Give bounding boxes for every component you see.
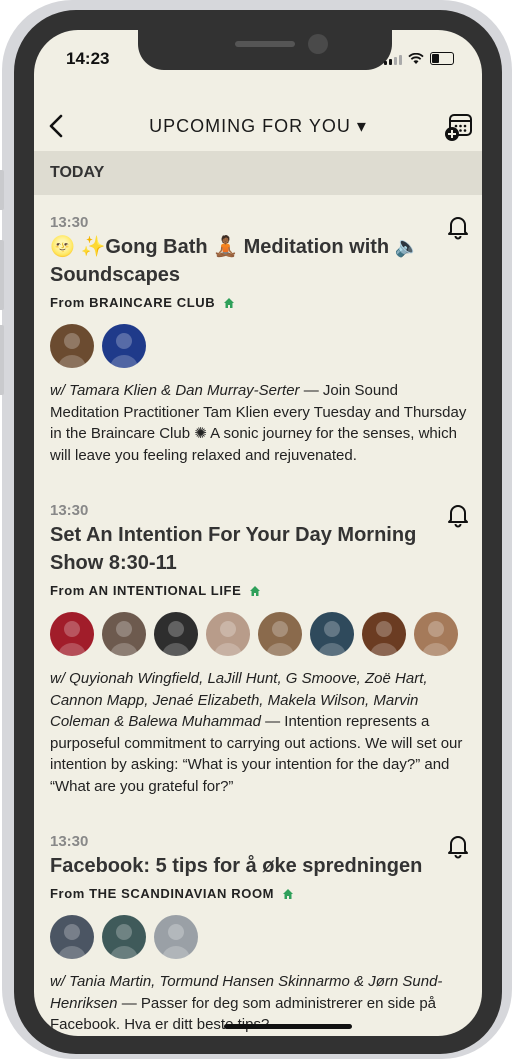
bell-icon[interactable] <box>446 833 470 859</box>
house-icon <box>224 297 235 308</box>
signal-icon <box>384 55 402 65</box>
mute-switch <box>0 170 4 210</box>
event-club[interactable]: From THE SCANDINAVIAN ROOM <box>50 886 470 901</box>
event-speakers: w/ Tamara Klien & Dan Murray-Serter <box>50 382 300 399</box>
avatar[interactable] <box>50 324 94 368</box>
event-time: 13:30 <box>50 214 89 231</box>
club-name: From BRAINCARE CLUB <box>50 295 216 310</box>
notch <box>138 30 392 70</box>
event-card[interactable]: 13:30 🌝 ✨Gong Bath 🧘🏾 Meditation with 🔈 … <box>50 214 470 466</box>
volume-down-button <box>0 325 4 395</box>
avatar[interactable] <box>154 915 198 959</box>
club-name: From THE SCANDINAVIAN ROOM <box>50 886 275 901</box>
event-title: 🌝 ✨Gong Bath 🧘🏾 Meditation with 🔈 Sounds… <box>50 233 470 289</box>
speaker-avatars <box>50 915 470 959</box>
avatar[interactable] <box>154 612 198 656</box>
event-title-line: Facebook: 5 tips for å øke spredningen <box>50 855 423 877</box>
event-title-line: 🌝 ✨Gong Bath 🧘🏾 Meditation with 🔈 <box>50 236 420 258</box>
event-title-line: Soundscapes <box>50 264 181 286</box>
avatar[interactable] <box>102 915 146 959</box>
avatar[interactable] <box>102 324 146 368</box>
status-time: 14:23 <box>66 49 110 68</box>
camera <box>308 34 328 54</box>
battery-icon <box>430 52 454 65</box>
house-icon <box>250 585 261 596</box>
speaker-avatars <box>50 324 470 368</box>
volume-up-button <box>0 240 4 310</box>
event-card[interactable]: 13:30 Facebook: 5 tips for å øke spredni… <box>50 833 470 1036</box>
event-time: 13:30 <box>50 833 89 850</box>
avatar[interactable] <box>50 612 94 656</box>
event-title: Set An Intention For Your Day Morning Sh… <box>50 521 470 577</box>
home-indicator[interactable] <box>224 1024 352 1029</box>
avatar[interactable] <box>206 612 250 656</box>
status-icons <box>384 52 454 65</box>
page-header: UPCOMING FOR YOU ▾ <box>34 102 482 150</box>
avatar[interactable] <box>50 915 94 959</box>
wifi-icon <box>408 53 424 64</box>
bell-icon[interactable] <box>446 214 470 240</box>
event-description: w/ Tamara Klien & Dan Murray-Serter — Jo… <box>50 380 470 466</box>
bell-icon[interactable] <box>446 502 470 528</box>
add-calendar-icon[interactable] <box>444 112 474 142</box>
event-club[interactable]: From AN INTENTIONAL LIFE <box>50 583 470 598</box>
event-club[interactable]: From BRAINCARE CLUB <box>50 295 470 310</box>
app-screen: 14:23 UPCOMING FOR YOU ▾ TODAY 13:30 🌝 ✨… <box>34 30 482 1036</box>
event-description: w/ Quyionah Wingfield, LaJill Hunt, G Sm… <box>50 668 470 797</box>
speaker <box>235 41 295 47</box>
event-title-line: Set An Intention For Your Day Morning <box>50 524 417 546</box>
house-icon <box>283 888 294 899</box>
page-title[interactable]: UPCOMING FOR YOU ▾ <box>34 116 482 137</box>
event-title: Facebook: 5 tips for å øke spredningen <box>50 852 470 880</box>
avatar[interactable] <box>258 612 302 656</box>
avatar[interactable] <box>414 612 458 656</box>
event-card[interactable]: 13:30 Set An Intention For Your Day Morn… <box>50 502 470 797</box>
section-header-today: TODAY <box>34 151 482 195</box>
club-name: From AN INTENTIONAL LIFE <box>50 583 242 598</box>
section-label: TODAY <box>50 164 105 181</box>
speaker-avatars <box>50 612 470 656</box>
avatar[interactable] <box>310 612 354 656</box>
event-title-line: Show 8:30-11 <box>50 552 177 574</box>
avatar[interactable] <box>362 612 406 656</box>
avatar[interactable] <box>102 612 146 656</box>
event-time: 13:30 <box>50 502 89 519</box>
